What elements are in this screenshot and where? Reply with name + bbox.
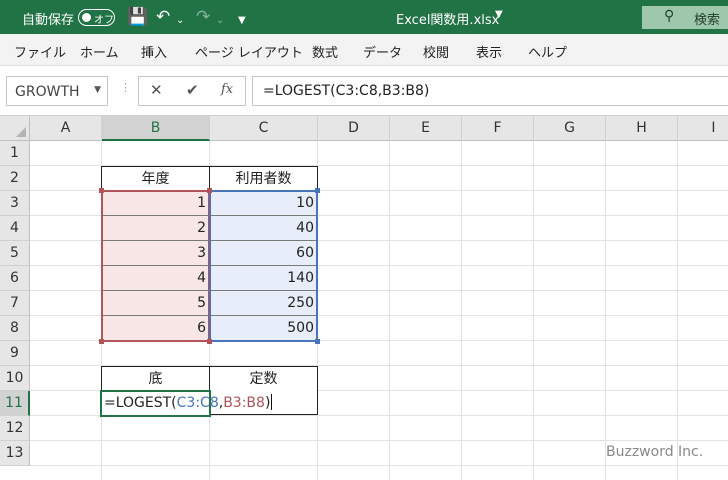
toggle-knob [82, 13, 91, 22]
undo-icon[interactable]: ↶ [156, 6, 170, 28]
title-bar: 自動保存 オフ 💾 ↶ ⌄ ↷ ⌄ ▼ Excel関数用.xlsx ▼ ⚲ 検索 [0, 0, 728, 34]
row-header-9[interactable]: 9 [0, 341, 30, 366]
tab-home[interactable]: ホーム [80, 42, 119, 61]
row-header-11[interactable]: 11 [0, 391, 30, 416]
name-box[interactable]: GROWTH ▼ [6, 76, 108, 106]
row-header-7[interactable]: 7 [0, 291, 30, 316]
row-header-4[interactable]: 4 [0, 216, 30, 241]
tab-data[interactable]: データ [363, 42, 402, 61]
cell-formula: =LOGEST(C3:C8,B3:B8) [104, 394, 273, 411]
formula-input[interactable]: =LOGEST(C3:C8,B3:B8) [252, 76, 728, 106]
formula-bar: GROWTH ▼ ⋮ ✕ ✔ fx =LOGEST(C3:C8,B3:B8) [0, 66, 728, 116]
column-header-h[interactable]: H [606, 116, 678, 141]
text-cursor [271, 394, 273, 410]
save-icon[interactable]: 💾 [127, 6, 148, 28]
gridline [389, 141, 390, 480]
header-cell-constant[interactable]: 定数 [209, 366, 318, 391]
table-cell-year[interactable]: 2 [102, 216, 209, 241]
range-handle[interactable] [207, 339, 212, 344]
redo-icon[interactable]: ↷ [196, 6, 210, 28]
range-handle[interactable] [315, 339, 320, 344]
row-header-3[interactable]: 3 [0, 191, 30, 216]
cancel-icon[interactable]: ✕ [150, 81, 163, 99]
column-header-a[interactable]: A [30, 116, 102, 141]
row-header-5[interactable]: 5 [0, 241, 30, 266]
search-icon: ⚲ [664, 8, 675, 24]
tab-help[interactable]: ヘルプ [528, 42, 567, 61]
range-handle[interactable] [99, 188, 104, 193]
tab-formulas[interactable]: 数式 [312, 42, 338, 61]
tab-file[interactable]: ファイル [14, 42, 66, 61]
table-cell-year[interactable]: 1 [102, 191, 209, 216]
gridline [30, 465, 728, 466]
enter-icon[interactable]: ✔ [186, 81, 199, 99]
row-header-6[interactable]: 6 [0, 266, 30, 291]
window-title: Excel関数用.xlsx [396, 13, 500, 28]
formula-buttons: ✕ ✔ fx [138, 76, 246, 106]
gridline [30, 440, 728, 441]
column-header-f[interactable]: F [462, 116, 534, 141]
header-cell-users[interactable]: 利用者数 [209, 166, 318, 191]
column-header-e[interactable]: E [390, 116, 462, 141]
insert-function-icon[interactable]: fx [221, 82, 233, 97]
formula-text: =LOGEST(C3:C8,B3:B8) [263, 83, 430, 99]
row-header-13[interactable]: 13 [0, 441, 30, 466]
table-cell-year[interactable]: 4 [102, 266, 209, 291]
gridline [461, 141, 462, 480]
gridline [605, 141, 606, 480]
worksheet-grid[interactable]: A B C D E F G H I 1 2 3 4 5 6 7 8 9 10 1… [0, 116, 728, 480]
row-header-1[interactable]: 1 [0, 141, 30, 166]
ribbon-tabs: ファイル ホーム 挿入 ページ レイアウト 数式 データ 校閲 表示 ヘルプ [0, 34, 728, 66]
table-cell-users[interactable]: 250 [210, 291, 317, 316]
autosave-state: オフ [94, 15, 114, 26]
select-all-corner[interactable] [0, 116, 30, 141]
formula-suffix: ) [264, 395, 271, 411]
name-box-dropdown-icon[interactable]: ▼ [94, 85, 101, 95]
row-header-8[interactable]: 8 [0, 316, 30, 341]
table-cell-users[interactable]: 60 [210, 241, 317, 266]
header-cell-base[interactable]: 底 [101, 366, 210, 391]
table-cell-year[interactable]: 3 [102, 241, 209, 266]
gridline [533, 141, 534, 480]
formula-prefix: =LOGEST( [104, 395, 177, 411]
table-cell-users[interactable]: 40 [210, 216, 317, 241]
range-handle[interactable] [99, 339, 104, 344]
formula-ref-b3-b8: B3:B8 [223, 395, 265, 411]
formula-bar-splitter[interactable]: ⋮ [120, 81, 131, 94]
active-cell-b11[interactable]: =LOGEST(C3:C8,B3:B8) [100, 390, 273, 417]
customize-toolbar-icon[interactable]: ▼ [238, 10, 246, 32]
search-label: 検索 [694, 13, 721, 28]
range-handle[interactable] [207, 188, 212, 193]
table-cell-year[interactable]: 5 [102, 291, 209, 316]
table-cell-users[interactable]: 140 [210, 266, 317, 291]
search-box[interactable]: ⚲ 検索 [642, 6, 728, 29]
column-header-i[interactable]: I [678, 116, 728, 141]
header-cell-year[interactable]: 年度 [101, 166, 210, 191]
column-header-c[interactable]: C [210, 116, 318, 141]
range-handle[interactable] [315, 188, 320, 193]
row-header-10[interactable]: 10 [0, 366, 30, 391]
undo-dropdown-icon[interactable]: ⌄ [176, 10, 184, 32]
autosave-toggle[interactable]: オフ [78, 9, 115, 26]
row-header-12[interactable]: 12 [0, 416, 30, 441]
tab-view[interactable]: 表示 [476, 42, 502, 61]
table-cell-users[interactable]: 10 [210, 191, 317, 216]
formula-ref-c3-c8: C3:C8 [176, 395, 219, 411]
table-cell-year[interactable]: 6 [102, 316, 209, 341]
watermark: Buzzword Inc. [606, 444, 704, 460]
redo-dropdown-icon[interactable]: ⌄ [216, 10, 224, 32]
tab-page-layout[interactable]: ページ レイアウト [195, 42, 303, 61]
column-header-g[interactable]: G [534, 116, 606, 141]
name-box-value: GROWTH [15, 84, 80, 100]
gridline [677, 141, 678, 480]
tab-review[interactable]: 校閲 [423, 42, 449, 61]
column-header-d[interactable]: D [318, 116, 390, 141]
column-header-b[interactable]: B [102, 116, 210, 141]
row-header-2[interactable]: 2 [0, 166, 30, 191]
tab-insert[interactable]: 挿入 [141, 42, 167, 61]
autosave-label: 自動保存 [22, 13, 75, 28]
select-all-icon [16, 127, 26, 137]
filename-dropdown-icon[interactable]: ▼ [495, 9, 503, 20]
table-cell-users[interactable]: 500 [210, 316, 317, 341]
